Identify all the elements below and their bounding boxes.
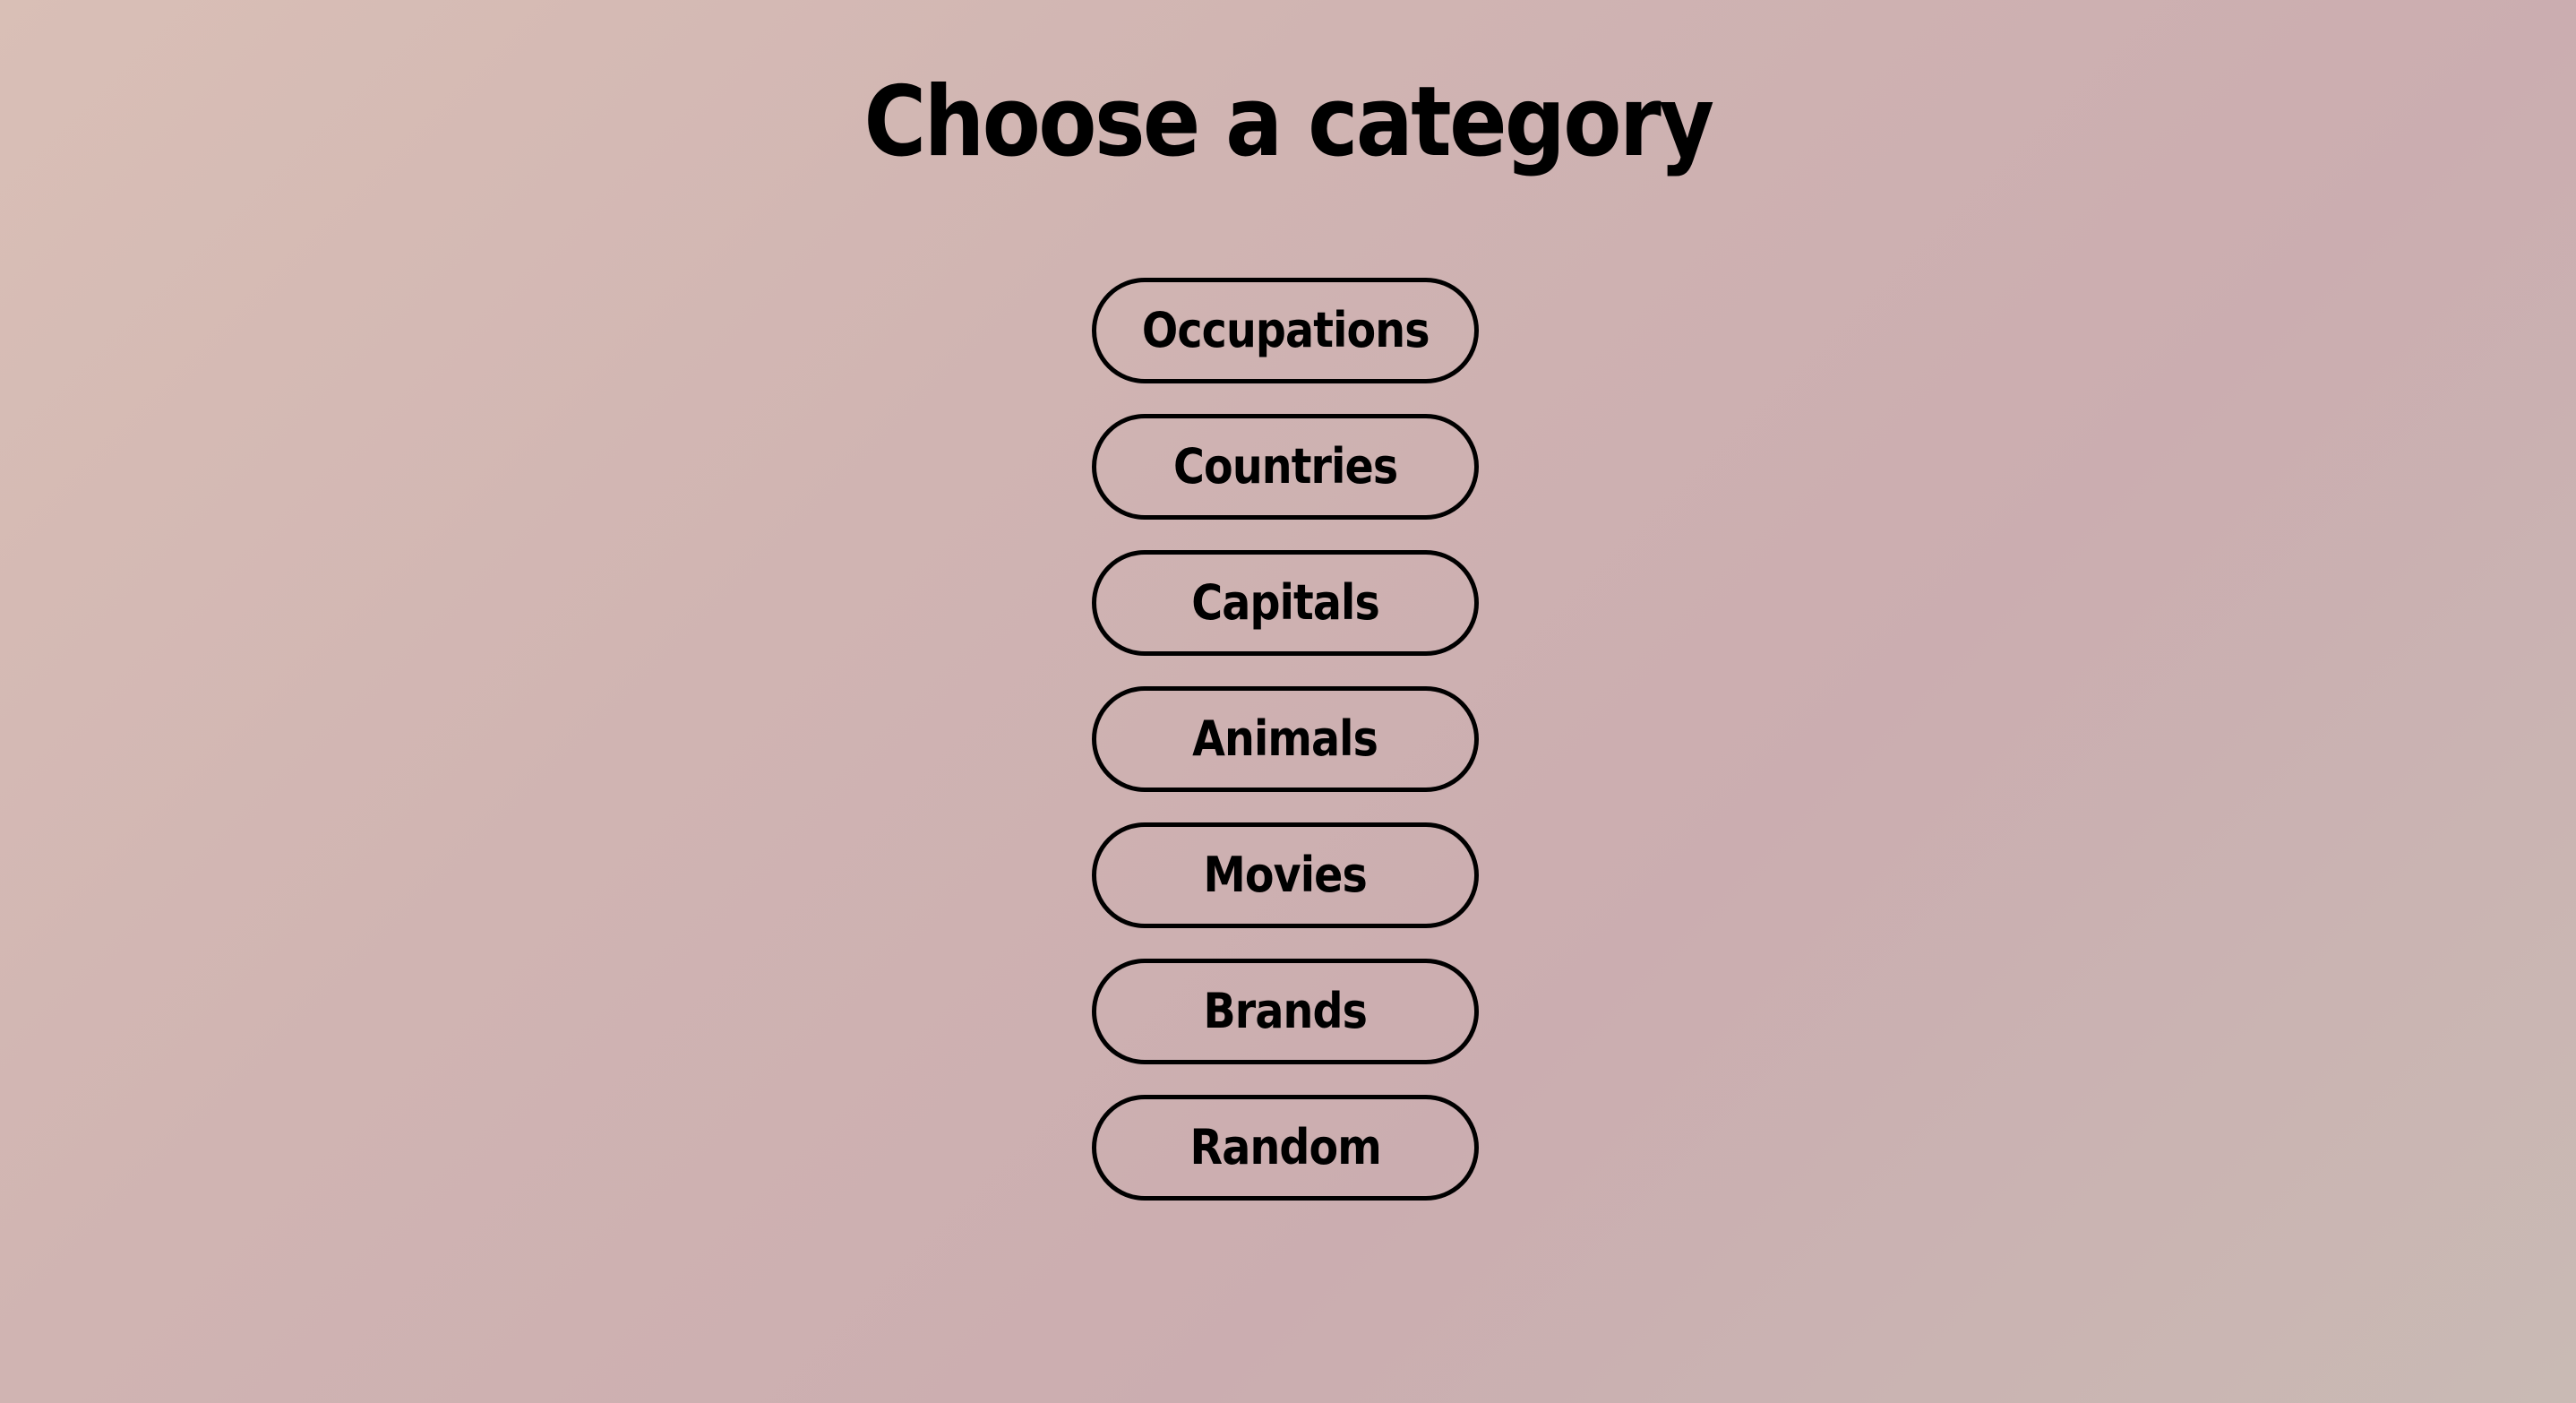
category-button-brands[interactable]: Brands <box>1092 959 1479 1064</box>
category-list: Occupations Countries Capitals Animals M… <box>1092 278 1479 1201</box>
category-button-countries[interactable]: Countries <box>1092 414 1479 520</box>
category-label: Movies <box>1203 847 1368 903</box>
category-screen: Choose a category Occupations Countries … <box>0 0 2576 1403</box>
category-button-movies[interactable]: Movies <box>1092 822 1479 928</box>
category-label: Animals <box>1192 710 1379 767</box>
category-button-animals[interactable]: Animals <box>1092 686 1479 792</box>
category-button-occupations[interactable]: Occupations <box>1092 278 1479 383</box>
category-label: Occupations <box>1141 302 1430 358</box>
category-button-capitals[interactable]: Capitals <box>1092 550 1479 656</box>
category-label: Random <box>1189 1119 1381 1175</box>
category-label: Countries <box>1172 438 1398 495</box>
page-title: Choose a category <box>863 66 1715 178</box>
category-button-random[interactable]: Random <box>1092 1095 1479 1201</box>
category-label: Capitals <box>1191 574 1379 631</box>
category-label: Brands <box>1203 983 1368 1039</box>
